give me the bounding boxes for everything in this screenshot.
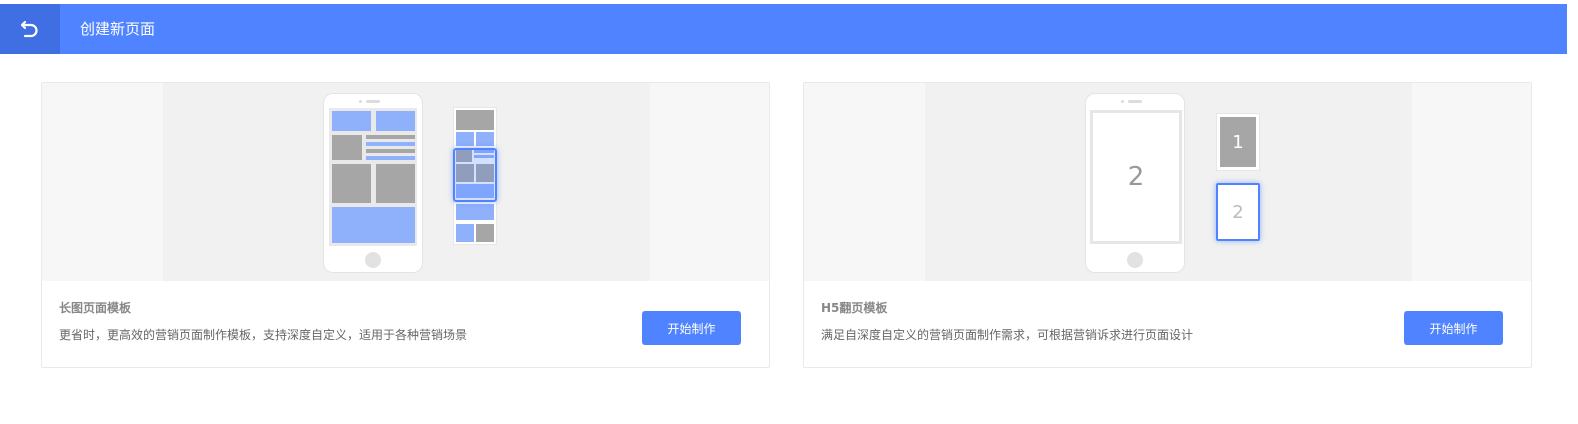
- phone-mockup: 2: [1085, 93, 1185, 273]
- template-preview: [42, 83, 769, 281]
- back-button[interactable]: [0, 4, 60, 54]
- page-title: 创建新页面: [80, 20, 156, 38]
- phone-screen: [329, 108, 417, 246]
- main-page-number: 2: [1093, 113, 1179, 241]
- start-button-h5[interactable]: 开始制作: [1404, 311, 1503, 345]
- template-card-h5: 2 1 2 H5翻页模板 满足自深度自定义的营销页面制作需求，可根据营销诉求进行…: [803, 82, 1532, 368]
- viewport-highlight: [453, 148, 497, 202]
- start-button-long-image[interactable]: 开始制作: [642, 311, 741, 345]
- card-title: 长图页面模板: [59, 301, 132, 315]
- phone-mockup: [323, 93, 423, 273]
- phone-screen: 2: [1090, 110, 1182, 244]
- page-thumbnail-2-selected: 2: [1216, 183, 1260, 241]
- card-description: 更省时，更高效的营销页面制作模板，支持深度自定义，适用于各种营销场景: [59, 328, 468, 342]
- card-description: 满足自深度自定义的营销页面制作需求，可根据营销诉求进行页面设计: [821, 328, 1194, 342]
- undo-arrow-icon: [20, 20, 38, 38]
- card-title: H5翻页模板: [821, 301, 888, 315]
- template-card-long-image: 长图页面模板 更省时，更高效的营销页面制作模板，支持深度自定义，适用于各种营销场…: [41, 82, 770, 368]
- top-bar: 创建新页面: [0, 4, 1567, 54]
- page-thumbnail-1: 1: [1216, 113, 1260, 171]
- template-preview: 2 1 2: [804, 83, 1531, 281]
